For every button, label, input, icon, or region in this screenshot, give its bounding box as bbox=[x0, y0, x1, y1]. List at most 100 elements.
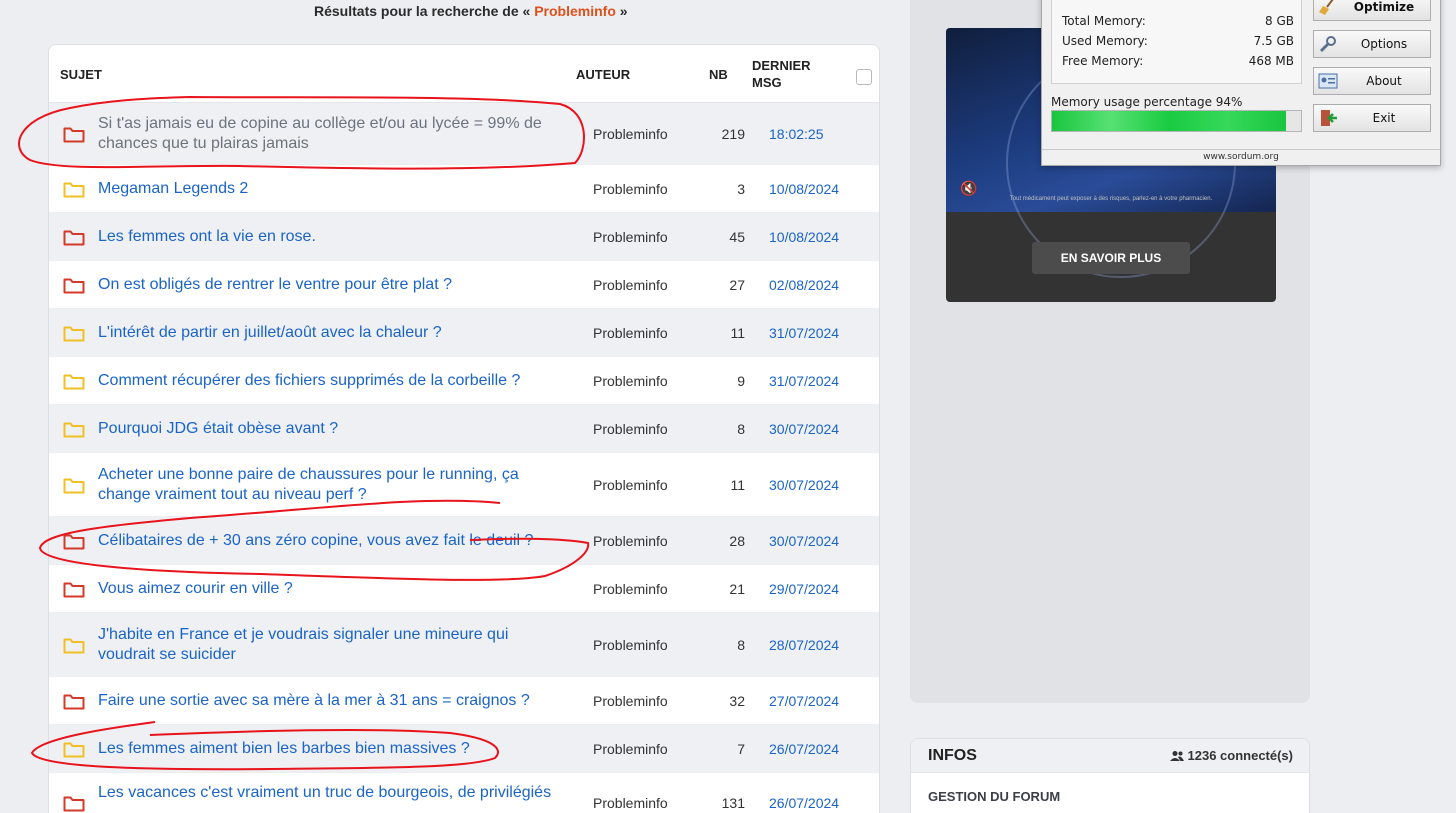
exit-button[interactable]: Exit bbox=[1313, 104, 1431, 132]
topic-link[interactable]: Vous aimez courir en ville ? bbox=[98, 579, 568, 599]
topic-author[interactable]: Probleminfo bbox=[593, 126, 668, 142]
topic-last-message[interactable]: 30/07/2024 bbox=[769, 533, 839, 549]
topic-last-message[interactable]: 30/07/2024 bbox=[769, 421, 839, 437]
search-suffix: » bbox=[619, 3, 628, 19]
topic-last-message[interactable]: 27/07/2024 bbox=[769, 693, 839, 709]
table-row[interactable]: Comment récupérer des fichiers supprimés… bbox=[49, 357, 879, 405]
topic-link[interactable]: Célibataires de + 30 ans zéro copine, vo… bbox=[98, 531, 568, 551]
sordum-link[interactable]: www.sordum.org bbox=[1042, 149, 1440, 165]
topic-last-message[interactable]: 18:02:25 bbox=[769, 126, 824, 142]
topic-message-count: 11 bbox=[730, 477, 745, 493]
topic-author[interactable]: Probleminfo bbox=[593, 795, 668, 811]
table-row[interactable]: Megaman Legends 2 Probleminfo 3 10/08/2024 bbox=[49, 165, 879, 213]
speaker-mute-icon[interactable]: 🔇 bbox=[960, 180, 977, 197]
topic-author[interactable]: Probleminfo bbox=[593, 325, 668, 341]
topic-author[interactable]: Probleminfo bbox=[593, 693, 668, 709]
topic-author[interactable]: Probleminfo bbox=[593, 477, 668, 493]
topic-link[interactable]: L'intérêt de partir en juillet/août avec… bbox=[98, 323, 568, 343]
topic-last-message[interactable]: 31/07/2024 bbox=[769, 325, 839, 341]
topic-link[interactable]: Pourquoi JDG était obèse avant ? bbox=[98, 419, 568, 439]
table-row[interactable]: Acheter une bonne paire de chaussures po… bbox=[49, 453, 879, 517]
total-memory-row: Total Memory: 8 GB bbox=[1062, 14, 1294, 28]
about-button[interactable]: About bbox=[1313, 67, 1431, 95]
topic-last-message[interactable]: 02/08/2024 bbox=[769, 277, 839, 293]
folder-icon bbox=[63, 533, 85, 550]
table-row[interactable]: Les vacances c'est vraiment un truc de b… bbox=[49, 773, 879, 813]
topic-link[interactable]: Acheter une bonne paire de chaussures po… bbox=[98, 465, 568, 505]
folder-icon bbox=[63, 477, 85, 494]
topic-last-message[interactable]: 26/07/2024 bbox=[769, 795, 839, 811]
folder-icon bbox=[63, 277, 85, 294]
used-memory-row: Used Memory: 7.5 GB bbox=[1062, 34, 1294, 48]
topic-last-message[interactable]: 10/08/2024 bbox=[769, 229, 839, 245]
topic-last-message[interactable]: 10/08/2024 bbox=[769, 181, 839, 197]
table-row[interactable]: Pourquoi JDG était obèse avant ? Problemi… bbox=[49, 405, 879, 453]
topic-author[interactable]: Probleminfo bbox=[593, 229, 668, 245]
table-row[interactable]: J'habite en France et je voudrais signal… bbox=[49, 613, 879, 677]
folder-icon bbox=[63, 637, 85, 654]
topic-last-message[interactable]: 30/07/2024 bbox=[769, 477, 839, 493]
topic-last-message[interactable]: 31/07/2024 bbox=[769, 373, 839, 389]
topic-link[interactable]: On est obligés de rentrer le ventre pour… bbox=[98, 275, 568, 295]
topic-link[interactable]: Megaman Legends 2 bbox=[98, 179, 568, 199]
table-row[interactable]: Les femmes ont la vie en rose. Probleminf… bbox=[49, 213, 879, 261]
topic-link[interactable]: Les femmes aiment bien les barbes bien m… bbox=[98, 739, 568, 759]
free-memory-value: 468 MB bbox=[1248, 54, 1294, 68]
folder-icon bbox=[63, 181, 85, 198]
ad-learn-more-button[interactable]: EN SAVOIR PLUS bbox=[1032, 242, 1190, 274]
infos-panel: INFOS 1236 connecté(s) GESTION DU FORUM bbox=[910, 738, 1310, 813]
topic-message-count: 11 bbox=[730, 325, 745, 341]
topic-link[interactable]: Si t'as jamais eu de copine au collège e… bbox=[98, 114, 568, 154]
topic-author[interactable]: Probleminfo bbox=[593, 741, 668, 757]
topic-message-count: 219 bbox=[721, 126, 745, 142]
topic-link[interactable]: Comment récupérer des fichiers supprimés… bbox=[98, 371, 568, 391]
topic-last-message[interactable]: 29/07/2024 bbox=[769, 581, 839, 597]
topic-link[interactable]: J'habite en France et je voudrais signal… bbox=[98, 625, 568, 665]
memory-usage-fill bbox=[1052, 111, 1287, 131]
total-memory-value: 8 GB bbox=[1265, 14, 1294, 28]
infos-title: INFOS bbox=[928, 747, 977, 764]
options-button[interactable]: Options bbox=[1313, 30, 1431, 58]
header-sujet[interactable]: SUJET bbox=[60, 67, 102, 82]
topic-link[interactable]: Faire une sortie avec sa mère à la mer à… bbox=[98, 691, 568, 711]
topic-link[interactable]: Les vacances c'est vraiment un truc de b… bbox=[98, 783, 568, 803]
topic-message-count: 131 bbox=[721, 795, 745, 811]
topic-last-message[interactable]: 26/07/2024 bbox=[769, 741, 839, 757]
table-row[interactable]: Faire une sortie avec sa mère à la mer à… bbox=[49, 677, 879, 725]
used-memory-label: Used Memory: bbox=[1062, 34, 1148, 48]
gestion-forum-heading: GESTION DU FORUM bbox=[928, 789, 1061, 804]
topic-message-count: 7 bbox=[737, 741, 745, 757]
header-dernier-msg[interactable]: DERNIER MSG bbox=[752, 57, 822, 91]
folder-icon bbox=[63, 581, 85, 598]
header-dernier-line1: DERNIER bbox=[752, 58, 811, 73]
header-nb[interactable]: NB bbox=[709, 67, 728, 82]
table-row[interactable]: Célibataires de + 30 ans zéro copine, vo… bbox=[49, 517, 879, 565]
topic-author[interactable]: Probleminfo bbox=[593, 421, 668, 437]
infos-header: INFOS 1236 connecté(s) bbox=[911, 739, 1309, 773]
topic-link[interactable]: Les femmes ont la vie en rose. bbox=[98, 227, 568, 247]
topic-message-count: 21 bbox=[729, 581, 745, 597]
table-row[interactable]: L'intérêt de partir en juillet/août avec… bbox=[49, 309, 879, 357]
connected-users[interactable]: 1236 connecté(s) bbox=[1169, 748, 1293, 763]
table-row[interactable]: Si t'as jamais eu de copine au collège e… bbox=[49, 103, 879, 165]
topic-author[interactable]: Probleminfo bbox=[593, 533, 668, 549]
topics-table: SUJET AUTEUR NB DERNIER MSG Si t'as jamai… bbox=[48, 44, 880, 813]
topic-author[interactable]: Probleminfo bbox=[593, 637, 668, 653]
about-label: About bbox=[1366, 74, 1402, 88]
table-row[interactable]: Vous aimez courir en ville ? Probleminfo 2… bbox=[49, 565, 879, 613]
used-memory-value: 7.5 GB bbox=[1253, 34, 1294, 48]
select-all-checkbox[interactable] bbox=[856, 69, 872, 85]
id-card-icon bbox=[1318, 72, 1338, 90]
memory-usage-bar bbox=[1051, 110, 1302, 132]
topic-last-message[interactable]: 28/07/2024 bbox=[769, 637, 839, 653]
table-row[interactable]: Les femmes aiment bien les barbes bien m… bbox=[49, 725, 879, 773]
optimize-button[interactable]: Optimize bbox=[1313, 0, 1431, 21]
topic-author[interactable]: Probleminfo bbox=[593, 581, 668, 597]
table-row[interactable]: On est obligés de rentrer le ventre pour… bbox=[49, 261, 879, 309]
topic-author[interactable]: Probleminfo bbox=[593, 181, 668, 197]
header-auteur[interactable]: AUTEUR bbox=[576, 67, 630, 82]
topic-message-count: 32 bbox=[729, 693, 745, 709]
topic-author[interactable]: Probleminfo bbox=[593, 373, 668, 389]
folder-icon bbox=[63, 741, 85, 758]
topic-author[interactable]: Probleminfo bbox=[593, 277, 668, 293]
